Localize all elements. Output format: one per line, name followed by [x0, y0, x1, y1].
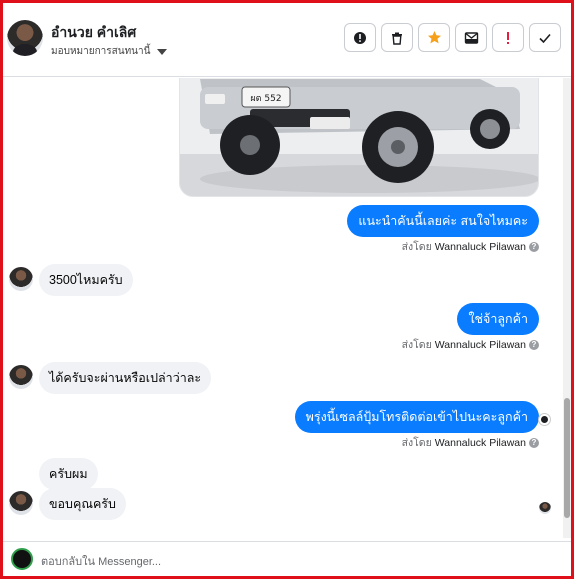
license-plate: ผต 552	[250, 94, 281, 104]
message-outgoing[interactable]: แนะนำคันนี้เลยค่ะ สนใจไหมคะ	[347, 205, 539, 237]
agent-name[interactable]: Wannaluck Pilawan	[435, 437, 526, 449]
archive-button[interactable]	[455, 23, 487, 52]
mark-spam-button[interactable]	[492, 23, 524, 52]
contact-avatar[interactable]	[7, 20, 43, 56]
message-incoming[interactable]: ได้ครับจะผ่านหรือเปล่าว่าละ	[39, 362, 212, 394]
seen-indicator-avatar	[539, 414, 550, 425]
assign-label: มอบหมายการสนทนานี้	[51, 46, 151, 57]
star-icon	[427, 31, 441, 44]
help-icon[interactable]: ?	[529, 241, 539, 252]
chevron-down-icon	[157, 48, 168, 55]
contact-avatar-small[interactable]	[9, 491, 33, 515]
agent-name[interactable]: Wannaluck Pilawan	[435, 339, 526, 351]
scrollbar-thumb[interactable]	[564, 398, 570, 518]
message-outgoing[interactable]: ใช่จ้าลูกค้า	[457, 303, 539, 335]
sent-by-label: ส่งโดย Wannaluck Pilawan ?	[402, 238, 539, 255]
message-incoming[interactable]: ขอบคุณครับ	[39, 488, 126, 520]
message-incoming[interactable]: ครับผม	[39, 458, 98, 490]
conversation-header: อำนวย คำเลิศ มอบหมายการสนทนานี้	[3, 3, 571, 77]
archive-mail-icon	[464, 31, 478, 44]
trash-icon	[392, 32, 402, 45]
reply-composer[interactable]: ตอบกลับใน Messenger...	[3, 541, 571, 576]
mark-spam-icon	[507, 31, 509, 44]
alert-circle-icon	[354, 31, 366, 44]
check-icon	[539, 33, 551, 43]
read-receipt-avatar	[539, 502, 551, 514]
message-incoming[interactable]: 3500ไหมครับ	[39, 264, 133, 296]
page-avatar	[11, 548, 33, 570]
header-actions	[344, 23, 561, 52]
help-icon[interactable]: ?	[529, 437, 539, 448]
car-photo-attachment[interactable]: ผต 552	[179, 78, 539, 197]
alert-button[interactable]	[344, 23, 376, 52]
star-button[interactable]	[418, 23, 450, 52]
agent-name[interactable]: Wannaluck Pilawan	[435, 241, 526, 253]
contact-avatar-small[interactable]	[9, 365, 33, 389]
pickup-truck-image: ผต 552	[180, 78, 538, 196]
sent-by-label: ส่งโดย Wannaluck Pilawan ?	[402, 336, 539, 353]
help-icon[interactable]: ?	[529, 339, 539, 350]
sent-by-label: ส่งโดย Wannaluck Pilawan ?	[402, 434, 539, 451]
message-outgoing[interactable]: พรุ่งนี้เซลล์ปุ้มโทรติดต่อเข้าไปนะคะลูกค…	[294, 401, 539, 433]
contact-avatar-small[interactable]	[9, 267, 33, 291]
message-thread[interactable]: ผต 552 แนะนำคันนี้เลยค่ะ สนใจไหมคะ ส่งโด…	[3, 78, 563, 538]
delete-button[interactable]	[381, 23, 413, 52]
mark-done-button[interactable]	[529, 23, 561, 52]
assign-conversation-dropdown[interactable]: มอบหมายการสนทนานี้	[51, 44, 168, 59]
reply-input[interactable]: ตอบกลับใน Messenger...	[41, 552, 161, 570]
contact-name[interactable]: อำนวย คำเลิศ	[51, 22, 136, 44]
thread-scrollbar[interactable]	[563, 78, 571, 538]
